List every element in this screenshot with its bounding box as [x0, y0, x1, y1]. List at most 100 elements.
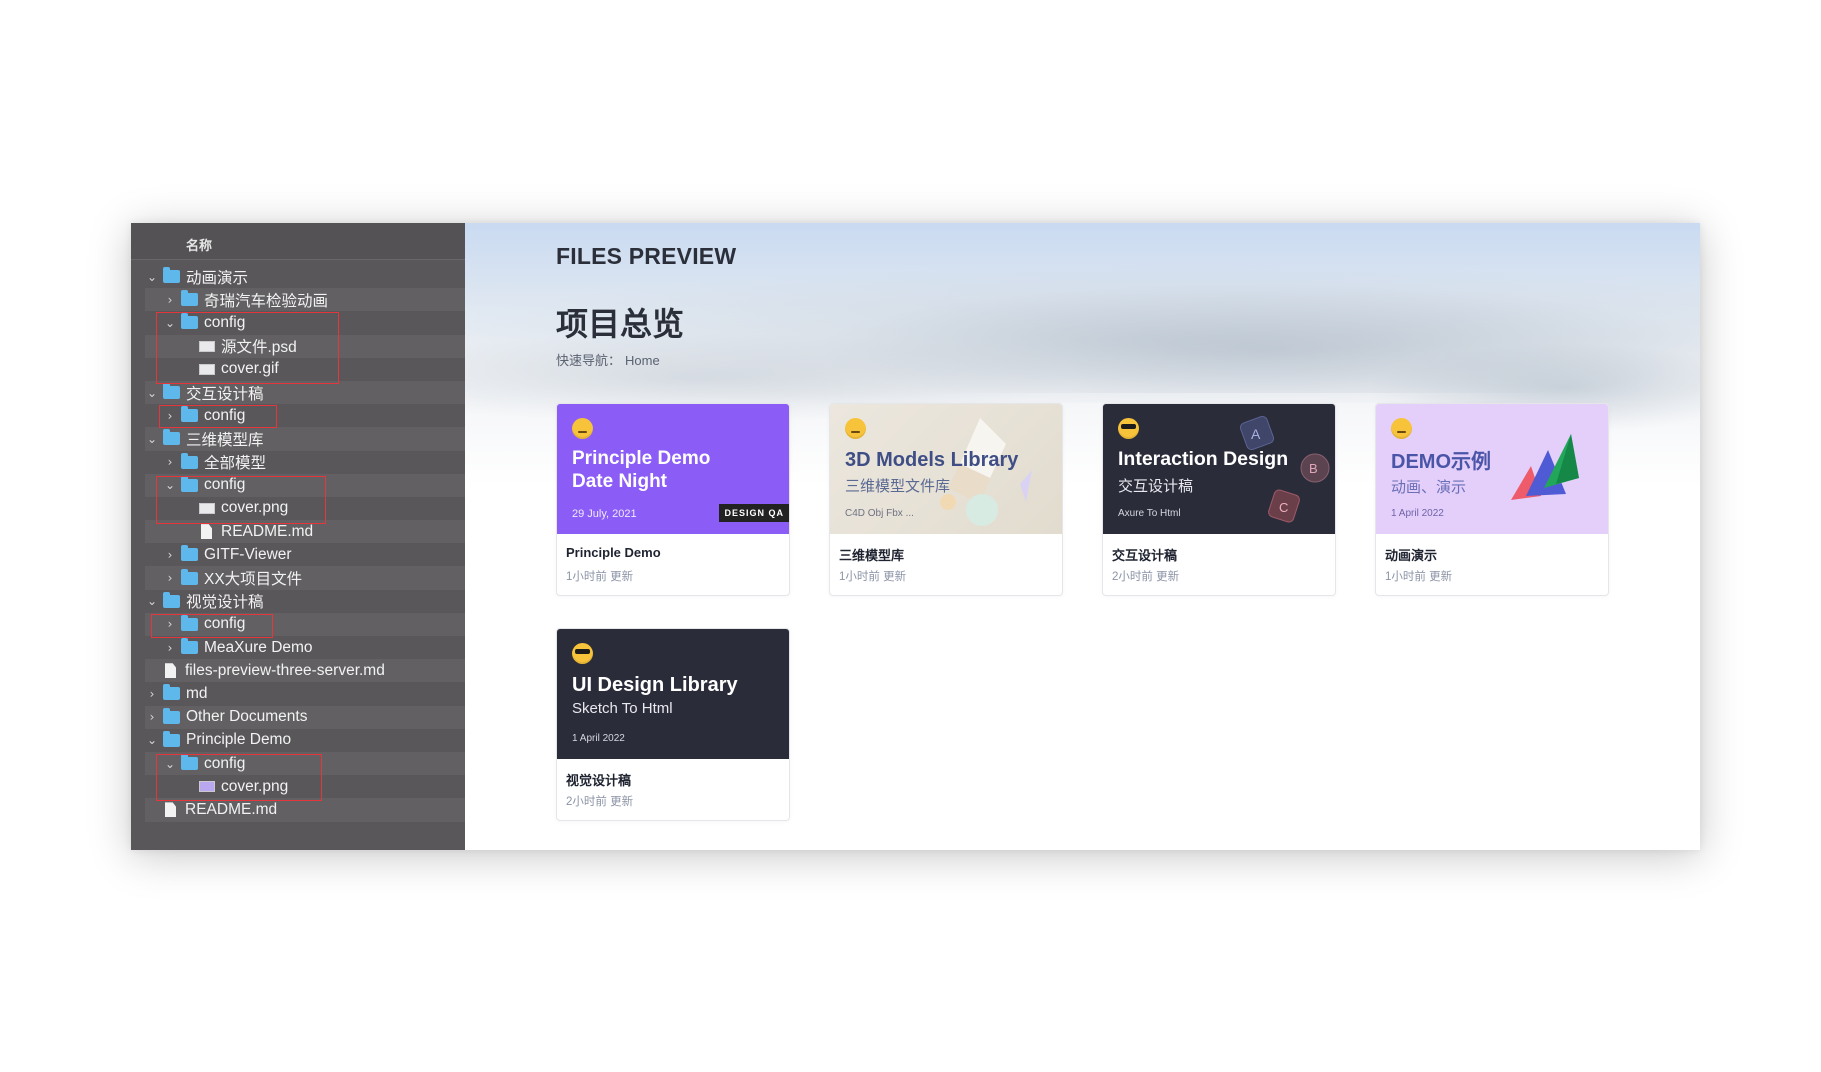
thinking-face-icon [572, 418, 593, 439]
chevron-down-icon[interactable]: ⌄ [145, 386, 159, 400]
image-file-icon [199, 340, 215, 352]
tree-row[interactable]: › Other Documents [145, 705, 465, 729]
sunglasses-face-icon [572, 643, 593, 664]
image-file-icon [199, 363, 215, 375]
tree-row[interactable]: › XX大项目文件 [145, 566, 465, 590]
document-icon [165, 802, 176, 818]
folder-icon [163, 684, 180, 701]
tree-item-label: GITF-Viewer [204, 545, 292, 563]
tree-item-label: 全部模型 [204, 455, 267, 473]
tree-row[interactable]: ⌄ 三维模型库 [145, 427, 465, 451]
chevron-right-icon[interactable]: › [163, 293, 177, 307]
tree-header: 名称 [131, 223, 465, 260]
project-card-principle[interactable]: Principle Demo Date Night 29 July, 2021 D… [556, 403, 790, 596]
chevron-down-icon[interactable]: ⌄ [145, 733, 159, 747]
tree-item-label: config [204, 313, 246, 331]
folder-icon [163, 730, 180, 747]
tree-row[interactable]: ⌄ Principle Demo [145, 729, 465, 752]
file-tree: ⌄ 动画演示 › 奇瑞汽车检验动画 ⌄ config 源文件.psd cover.gif ⌄ 交互… [145, 265, 465, 822]
cover-subtitle: 动画、演示 [1391, 479, 1467, 496]
card-cover: Principle Demo Date Night 29 July, 2021 D… [557, 404, 789, 534]
tree-row[interactable]: README.md [145, 798, 465, 822]
chevron-right-icon[interactable]: › [145, 687, 159, 701]
tree-item-label: cover.gif [221, 360, 279, 378]
tree-row[interactable]: ⌄ 交互设计稿 [145, 380, 465, 405]
cover-title: UI Design Library [572, 674, 738, 696]
page-title: 项目总览 [556, 306, 685, 342]
folder-icon [181, 614, 198, 631]
cover-date: 1 April 2022 [1391, 508, 1444, 519]
folder-icon [181, 545, 198, 562]
project-card-interaction[interactable]: A B C Interaction Design 交互设计稿 Axure To … [1102, 403, 1336, 596]
column-header-name[interactable]: 名称 [186, 235, 212, 254]
tree-row[interactable]: files-preview-three-server.md [145, 659, 465, 683]
project-card-3d-models[interactable]: 3D Models Library 三维模型文件库 C4D Obj Fbx ..… [829, 403, 1063, 596]
cover-date: 29 July, 2021 [572, 508, 637, 520]
cover-subtitle: 三维模型文件库 [845, 478, 951, 495]
app-title: FILES PREVIEW [556, 243, 737, 269]
design-qa-badge: DESIGN QA [719, 504, 789, 522]
sunglasses-face-icon [1118, 418, 1139, 439]
chevron-down-icon[interactable]: ⌄ [145, 594, 159, 608]
tree-item-label: config [204, 615, 246, 633]
card-name: 交互设计稿 [1112, 548, 1178, 563]
tree-row[interactable]: ⌄ config [145, 751, 465, 776]
cover-title: Interaction Design [1118, 448, 1289, 470]
card-updated-time: 1小时前 更新 [839, 571, 907, 583]
chevron-right-icon[interactable]: › [163, 455, 177, 469]
image-file-icon [199, 502, 215, 514]
tree-row[interactable]: › md [145, 682, 465, 705]
partying-face-icon [1391, 418, 1412, 439]
tree-item-label: XX大项目文件 [204, 571, 303, 589]
card-name: 视觉设计稿 [566, 773, 632, 788]
chevron-down-icon[interactable]: ⌄ [163, 757, 177, 771]
cover-tags: C4D Obj Fbx ... [845, 508, 914, 519]
chevron-down-icon[interactable]: ⌄ [163, 478, 177, 492]
tree-row[interactable]: cover.png [145, 775, 465, 798]
cover-subtitle: Sketch To Html [572, 700, 673, 717]
card-updated-time: 1小时前 更新 [1385, 571, 1453, 583]
tree-row[interactable]: › GITF-Viewer [145, 543, 465, 566]
card-updated-time: 1小时前 更新 [566, 571, 634, 583]
folder-icon [181, 313, 198, 330]
tree-row[interactable]: 源文件.psd [145, 334, 465, 358]
card-cover: 3D Models Library 三维模型文件库 C4D Obj Fbx ..… [830, 404, 1062, 534]
tree-item-label: 奇瑞汽车检验动画 [204, 292, 329, 310]
breadcrumb-home-link[interactable]: Home [625, 353, 660, 368]
tree-row[interactable]: › config [145, 612, 465, 636]
chevron-right-icon[interactable]: › [163, 641, 177, 655]
breadcrumb: 快速导航： Home [556, 350, 660, 369]
chevron-down-icon[interactable]: ⌄ [145, 432, 159, 446]
card-name: 动画演示 [1385, 548, 1438, 563]
folder-icon [181, 452, 198, 469]
tree-row[interactable]: cover.gif [145, 358, 465, 381]
project-card-demo[interactable]: DEMO示例 动画、演示 1 April 2022 动画演示 1小时前 更新 [1375, 403, 1609, 596]
chevron-right-icon[interactable]: › [163, 409, 177, 423]
chevron-down-icon[interactable]: ⌄ [163, 316, 177, 330]
block-letter-a: A [1251, 426, 1261, 442]
chevron-right-icon[interactable]: › [163, 548, 177, 562]
chevron-right-icon[interactable]: › [145, 710, 159, 724]
cover-title: 3D Models Library [845, 449, 1019, 471]
project-card-ui-design[interactable]: UI Design Library Sketch To Html 1 April… [556, 628, 790, 821]
tree-row[interactable]: ⌄ config [145, 311, 465, 334]
tree-item-label: README.md [221, 522, 314, 540]
tree-row[interactable]: README.md [145, 520, 465, 544]
tree-row[interactable]: › 全部模型 [145, 451, 465, 474]
tree-row[interactable]: ⌄ 动画演示 [145, 265, 465, 288]
tree-row[interactable]: ⌄ config [145, 473, 465, 497]
chevron-right-icon[interactable]: › [163, 617, 177, 631]
chevron-right-icon[interactable]: › [163, 571, 177, 585]
card-cover: DEMO示例 动画、演示 1 April 2022 [1376, 404, 1608, 534]
tree-row[interactable]: › MeaXure Demo [145, 636, 465, 659]
tree-row[interactable]: ⌄ 视觉设计稿 [145, 590, 465, 613]
tree-item-label: md [186, 684, 208, 702]
folder-icon [181, 475, 198, 492]
tree-item-label: config [204, 406, 246, 424]
folder-icon [163, 429, 180, 446]
block-letter-b: B [1309, 461, 1318, 476]
chevron-down-icon[interactable]: ⌄ [145, 270, 159, 284]
tree-row[interactable]: › 奇瑞汽车检验动画 [145, 288, 465, 312]
tree-row[interactable]: cover.png [145, 497, 465, 520]
tree-row[interactable]: › config [145, 404, 465, 427]
